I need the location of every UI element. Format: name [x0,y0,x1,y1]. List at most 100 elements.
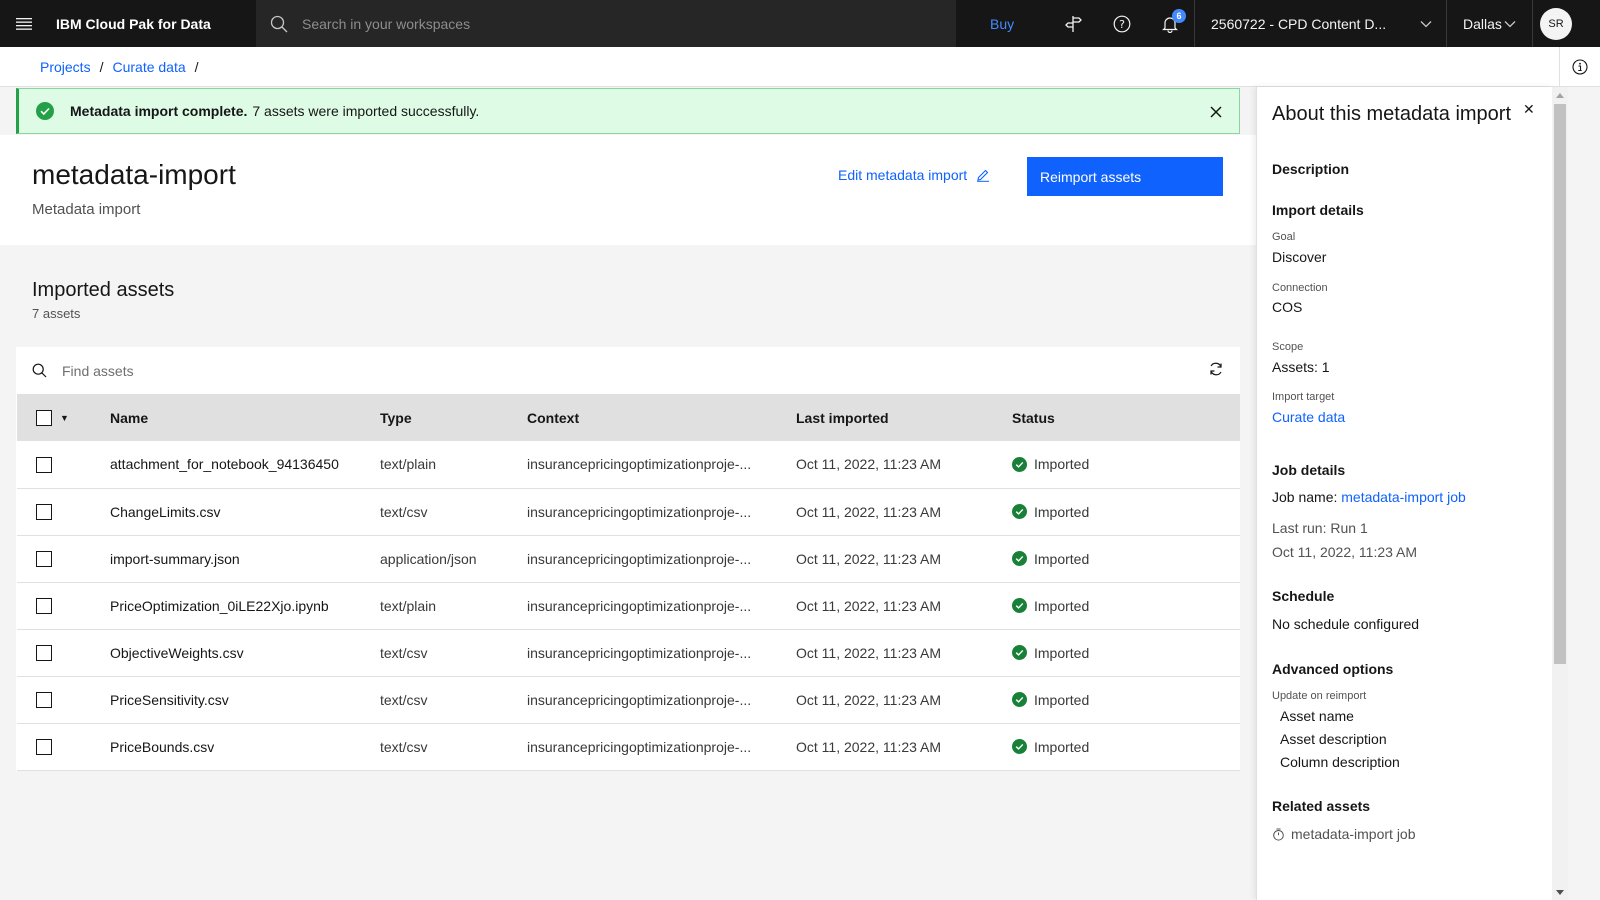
table-row[interactable]: ObjectiveWeights.csv text/csv insurancep… [17,629,1240,677]
column-header-context[interactable]: Context [527,394,796,441]
row-select-cell[interactable] [17,582,110,630]
status-badge: Imported [1012,551,1240,567]
table-row[interactable]: PriceBounds.csv text/csv insurancepricin… [17,723,1240,771]
find-assets-input[interactable]: Find assets [62,363,134,379]
product-name[interactable]: IBM Cloud Pak for Data [48,16,256,32]
row-select-cell[interactable] [17,488,110,536]
connection-label: Connection [1272,282,1328,294]
column-header-status[interactable]: Status [1012,394,1240,441]
scroll-up-arrow[interactable] [1556,93,1564,98]
import-target-label: Import target [1272,391,1335,403]
status-badge: Imported [1012,645,1240,661]
breadcrumb-separator: / [194,58,199,75]
buy-link[interactable]: Buy [990,16,1050,32]
about-side-panel: About this metadata import ✕ Description… [1256,87,1552,900]
asset-status-cell: Imported [1012,676,1240,724]
column-header-type[interactable]: Type [380,394,527,441]
assets-table-container: Find assets ▼ Name Type Context Last imp… [16,347,1240,771]
region-name: Dallas [1463,15,1502,32]
row-checkbox[interactable] [36,645,52,662]
checkmark-filled-icon [1012,504,1027,519]
close-notification-button[interactable] [1205,101,1227,123]
timer-icon [1273,828,1284,841]
status-text: Imported [1034,456,1090,473]
asset-name[interactable]: ObjectiveWeights.csv [110,629,380,677]
column-header-last-imported[interactable]: Last imported [796,394,1012,441]
info-panel-toggle[interactable] [1559,47,1600,86]
table-row[interactable]: PriceSensitivity.csv text/csv insurancep… [17,676,1240,724]
asset-status-cell: Imported [1012,441,1240,489]
scroll-down-arrow[interactable] [1556,890,1564,895]
asset-type: text/csv [380,629,527,677]
asset-type: text/csv [380,723,527,771]
table-row[interactable]: PriceOptimization_0iLE22Xjo.ipynb text/p… [17,582,1240,630]
table-row[interactable]: ChangeLimits.csv text/csv insuranceprici… [17,488,1240,536]
asset-count: 7 assets [32,306,81,321]
side-panel-scrollbar[interactable] [1552,87,1568,900]
asset-name[interactable]: attachment_for_notebook_94136450 [110,441,380,489]
table-search[interactable]: Find assets [16,347,1240,394]
job-details-heading: Job details [1272,462,1346,478]
scope-value: Assets: 1 [1272,359,1330,375]
row-select-cell[interactable] [17,441,110,489]
asset-name[interactable]: PriceOptimization_0iLE22Xjo.ipynb [110,582,380,630]
row-select-cell[interactable] [17,629,110,677]
global-search[interactable]: Search in your workspaces [256,0,956,47]
row-select-cell[interactable] [17,723,110,771]
row-select-cell[interactable] [17,676,110,724]
asset-context: insurancepricingoptimizationproje-... [527,441,796,489]
asset-status-cell: Imported [1012,723,1240,771]
status-text: Imported [1034,550,1090,567]
table-row[interactable]: import-summary.json application/json ins… [17,535,1240,583]
status-text: Imported [1034,503,1090,520]
signpost-button[interactable] [1050,0,1098,47]
job-name-link[interactable]: metadata-import job [1341,489,1466,505]
reimport-assets-button[interactable]: Reimport assets [1027,157,1223,196]
select-all-checkbox[interactable] [36,410,52,427]
breadcrumb-curate-data[interactable]: Curate data [112,59,185,75]
notification-title: Metadata import complete. [70,103,248,119]
row-checkbox[interactable] [36,504,52,521]
breadcrumb-projects[interactable]: Projects [40,59,91,75]
update-on-reimport-label: Update on reimport [1272,690,1367,702]
caret-down-icon[interactable]: ▼ [60,413,69,423]
table-row[interactable]: attachment_for_notebook_94136450 text/pl… [17,441,1240,489]
edit-metadata-import-link[interactable]: Edit metadata import [838,167,990,183]
select-all-header[interactable]: ▼ [17,394,110,441]
asset-name[interactable]: PriceBounds.csv [110,723,380,771]
close-side-panel-button[interactable]: ✕ [1523,101,1535,118]
import-target-link[interactable]: Curate data [1272,409,1345,425]
region-switcher[interactable]: Dallas [1446,0,1532,47]
asset-name[interactable]: PriceSensitivity.csv [110,676,380,724]
hamburger-menu-button[interactable] [0,0,48,47]
avatar: SR [1540,7,1572,40]
notifications-button[interactable]: 6 [1146,0,1194,47]
user-menu-button[interactable]: SR [1532,0,1579,47]
update-option-asset-name: Asset name [1280,708,1354,724]
row-checkbox[interactable] [36,598,52,615]
search-input[interactable]: Search in your workspaces [302,16,470,32]
refresh-icon [1210,362,1222,376]
asset-name[interactable]: ChangeLimits.csv [110,488,380,536]
refresh-button[interactable] [1208,361,1224,382]
column-header-name[interactable]: Name [110,394,380,441]
scroll-thumb[interactable] [1554,104,1566,664]
row-checkbox[interactable] [36,551,52,568]
account-name: 2560722 - CPD Content D... [1211,15,1387,32]
main-content: Metadata import complete. 7 assets were … [0,87,1256,900]
account-switcher[interactable]: 2560722 - CPD Content D... [1194,0,1446,47]
row-checkbox[interactable] [36,739,52,756]
help-button[interactable]: ? [1098,0,1146,47]
checkmark-filled-icon [1012,739,1027,754]
asset-name[interactable]: import-summary.json [110,535,380,583]
related-asset-item[interactable]: metadata-import job [1272,826,1416,842]
row-checkbox[interactable] [36,456,52,473]
checkmark-filled-icon [1012,456,1027,472]
asset-type: text/plain [380,441,527,489]
asset-context: insurancepricingoptimizationproje-... [527,629,796,677]
row-select-cell[interactable] [17,535,110,583]
status-badge: Imported [1012,456,1240,472]
status-badge: Imported [1012,692,1240,708]
status-text: Imported [1034,691,1090,708]
row-checkbox[interactable] [36,692,52,709]
